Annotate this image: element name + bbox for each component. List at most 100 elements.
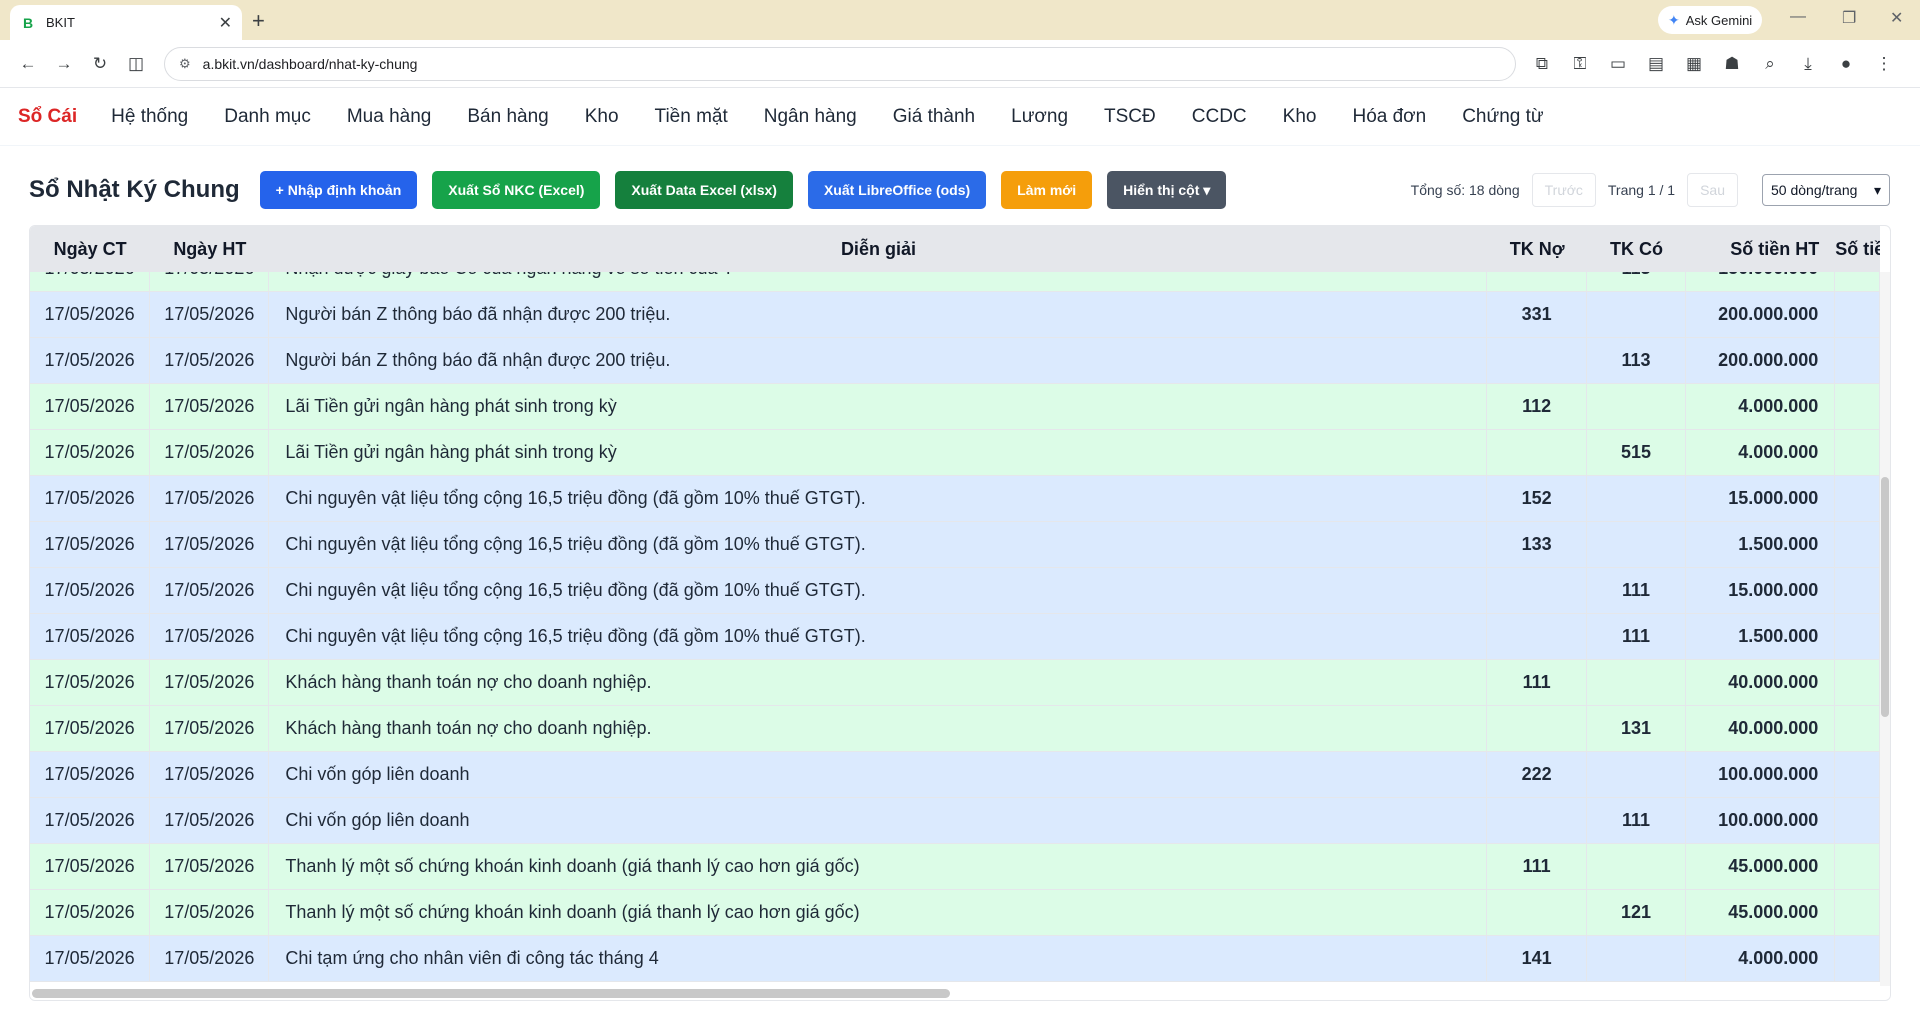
spy-icon[interactable]: ☗: [1714, 54, 1750, 74]
back-icon[interactable]: ←: [10, 54, 46, 74]
minimize-icon[interactable]: —: [1790, 8, 1806, 26]
table-icon[interactable]: ▦: [1676, 54, 1712, 74]
cell-tk-co: 113: [1587, 338, 1687, 383]
browser-tab[interactable]: B BKIT ✕: [10, 5, 242, 40]
card-icon[interactable]: ▭: [1600, 54, 1636, 74]
cell-tk-no: 112: [1487, 384, 1587, 429]
nav-hoa-don[interactable]: Hóa đơn: [1352, 106, 1426, 128]
reload-icon[interactable]: ↻: [82, 54, 118, 74]
export-nkc-button[interactable]: Xuất Sổ NKC (Excel): [432, 171, 601, 209]
table-row[interactable]: 17/05/2026 17/05/2026 Khách hàng thanh toá…: [30, 706, 1880, 752]
address-bar[interactable]: ⚙ a.bkit.vn/dashboard/nhat-ky-chung: [164, 46, 1516, 81]
cell-tk-co: [1587, 936, 1687, 981]
table-row[interactable]: 17/05/2026 17/05/2026 Chi vốn góp liên doa…: [30, 798, 1880, 844]
password-key-icon[interactable]: ⚿: [1562, 54, 1598, 74]
cell-so-tien-ht: 100.000.000: [1686, 752, 1836, 797]
cell-tk-no: [1487, 890, 1587, 935]
restore-icon[interactable]: ❐: [1842, 8, 1856, 28]
add-entry-button[interactable]: + Nhập định khoản: [259, 171, 418, 209]
cell-ngay-ht: 17/05/2026: [150, 614, 270, 659]
header-dien-giai[interactable]: Diễn giải: [269, 239, 1487, 260]
journal-table: 17/05/202617/05/2026Nhận được giấy báo C…: [29, 225, 1891, 1001]
cell-tk-co: 111: [1587, 568, 1687, 613]
nav-ban-hang[interactable]: Bán hàng: [467, 106, 548, 128]
new-tab-icon[interactable]: +: [252, 8, 265, 34]
nav-he-thong[interactable]: Hệ thống: [111, 106, 188, 128]
cell-so-tien-ht: 200.000.000: [1686, 338, 1836, 383]
forward-icon[interactable]: →: [46, 54, 82, 74]
ask-gemini-button[interactable]: ✦ Ask Gemini: [1658, 6, 1763, 34]
nav-gia-thanh[interactable]: Giá thành: [893, 106, 975, 128]
columns-toggle-button[interactable]: Hiển thị cột ▾: [1107, 171, 1227, 209]
header-ngay-ht[interactable]: Ngày HT: [150, 239, 269, 260]
header-so-tien-ht[interactable]: Số tiền HT: [1686, 239, 1835, 260]
nav-danh-muc[interactable]: Danh mục: [224, 106, 311, 128]
download-icon[interactable]: ⤓: [1790, 54, 1826, 74]
refresh-button[interactable]: Làm mới: [1001, 171, 1093, 209]
window-close-icon[interactable]: ✕: [1890, 8, 1903, 28]
nav-tien-mat[interactable]: Tiền mặt: [655, 106, 728, 128]
export-ods-button[interactable]: Xuất LibreOffice (ods): [807, 171, 987, 209]
table-row[interactable]: 17/05/2026 17/05/2026 Lãi Tiền gửi ngân hà…: [30, 430, 1880, 476]
cell-so-tien: [1835, 522, 1880, 567]
table-row[interactable]: 17/05/2026 17/05/2026 Chi nguyên vật liệu …: [30, 614, 1880, 660]
site-info-icon[interactable]: ⚙: [179, 56, 191, 72]
cell-so-tien: [1835, 890, 1880, 935]
cell-so-tien: [1835, 568, 1880, 613]
table-row[interactable]: 17/05/2026 17/05/2026 Lãi Tiền gửi ngân hà…: [30, 384, 1880, 430]
table-row[interactable]: 17/05/2026 17/05/2026 Chi nguyên vật liệu …: [30, 476, 1880, 522]
nav-chung-tu[interactable]: Chứng từ: [1462, 106, 1543, 128]
header-so-tien[interactable]: Số tiề: [1835, 239, 1880, 260]
table-row[interactable]: 17/05/2026 17/05/2026 Chi tạm ứng cho nhân…: [30, 936, 1880, 982]
table-row[interactable]: 17/05/2026 17/05/2026 Thanh lý một số chứn…: [30, 890, 1880, 936]
nav-ngan-hang[interactable]: Ngân hàng: [764, 106, 857, 128]
close-tab-icon[interactable]: ✕: [219, 13, 232, 33]
header-ngay-ct[interactable]: Ngày CT: [30, 239, 150, 260]
cell-ngay-ht: 17/05/2026: [150, 890, 270, 935]
page-info: Trang 1 / 1: [1607, 182, 1676, 198]
vertical-scrollbar[interactable]: [1880, 272, 1890, 986]
cell-dien-giai: Khách hàng thanh toán nợ cho doanh nghiệ…: [269, 706, 1488, 751]
cell-dien-giai: Lãi Tiền gửi ngân hàng phát sinh trong k…: [269, 430, 1488, 475]
cell-tk-no: 152: [1487, 476, 1587, 521]
horizontal-scroll-thumb[interactable]: [32, 989, 950, 998]
cell-tk-no: [1487, 338, 1587, 383]
nav-tscd[interactable]: TSCĐ: [1104, 106, 1156, 128]
extensions-icon[interactable]: ⧉: [1524, 54, 1560, 74]
reader-icon[interactable]: ▤: [1638, 54, 1674, 74]
header-tk-no[interactable]: TK Nợ: [1487, 239, 1586, 260]
prev-page-button[interactable]: Trước: [1531, 173, 1596, 207]
table-row[interactable]: 17/05/2026 17/05/2026 Người bán Z thông bá…: [30, 338, 1880, 384]
nav-kho[interactable]: Kho: [585, 106, 619, 128]
vertical-scroll-thumb[interactable]: [1881, 477, 1889, 717]
profile-avatar-icon[interactable]: ●: [1828, 54, 1864, 74]
header-tk-co[interactable]: TK Có: [1587, 239, 1686, 260]
table-row[interactable]: 17/05/2026 17/05/2026 Chi vốn góp liên doa…: [30, 752, 1880, 798]
tab-title: BKIT: [46, 15, 75, 30]
cell-tk-co: [1587, 522, 1687, 567]
nav-mua-hang[interactable]: Mua hàng: [347, 106, 432, 128]
export-xlsx-button[interactable]: Xuất Data Excel (xlsx): [615, 171, 793, 209]
cell-so-tien-ht: 45.000.000: [1686, 890, 1836, 935]
cell-ngay-ct: 17/05/2026: [30, 338, 151, 383]
next-page-button[interactable]: Sau: [1687, 173, 1738, 207]
cell-dien-giai: Lãi Tiền gửi ngân hàng phát sinh trong k…: [269, 384, 1488, 429]
split-view-icon[interactable]: ◫: [118, 54, 154, 74]
table-row[interactable]: 17/05/2026 17/05/2026 Chi nguyên vật liệu …: [30, 522, 1880, 568]
table-row[interactable]: 17/05/2026 17/05/2026 Thanh lý một số chứn…: [30, 844, 1880, 890]
per-page-select[interactable]: 50 dòng/trang ▾: [1762, 174, 1890, 206]
brand-link[interactable]: Sổ Cái: [18, 106, 77, 128]
nav-luong[interactable]: Lương: [1011, 106, 1068, 128]
menu-kebab-icon[interactable]: ⋮: [1866, 54, 1902, 74]
search-tab-icon[interactable]: ⌕: [1752, 54, 1788, 74]
nav-ccdc[interactable]: CCDC: [1192, 106, 1247, 128]
horizontal-scrollbar[interactable]: [30, 986, 1890, 1000]
cell-ngay-ht: 17/05/2026: [150, 660, 270, 705]
table-row[interactable]: 17/05/2026 17/05/2026 Người bán Z thông bá…: [30, 292, 1880, 338]
table-row[interactable]: 17/05/2026 17/05/2026 Chi nguyên vật liệu …: [30, 568, 1880, 614]
nav-kho-2[interactable]: Kho: [1283, 106, 1317, 128]
cell-tk-no: 111: [1487, 844, 1587, 889]
table-row[interactable]: 17/05/2026 17/05/2026 Khách hàng thanh toá…: [30, 660, 1880, 706]
url-text: a.bkit.vn/dashboard/nhat-ky-chung: [202, 55, 418, 72]
cell-ngay-ht: 17/05/2026: [150, 292, 270, 337]
